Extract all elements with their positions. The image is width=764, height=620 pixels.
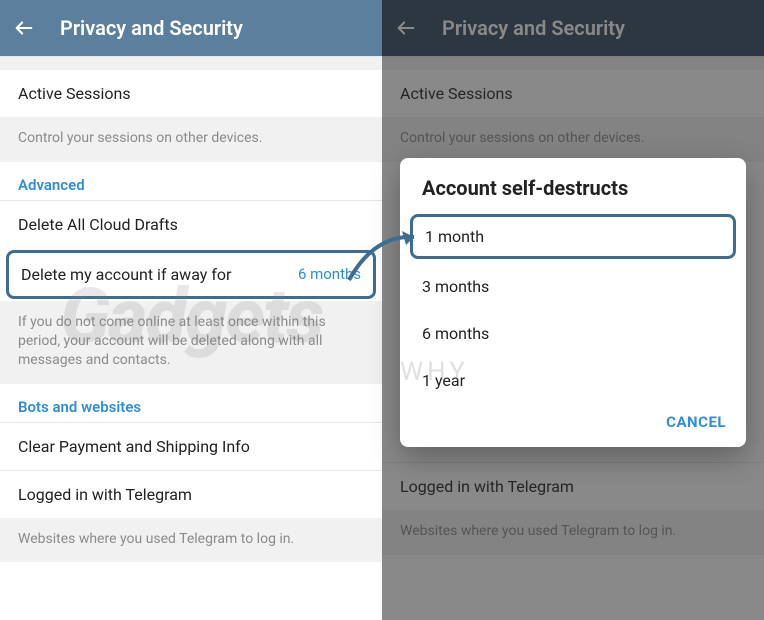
clear-payment-row[interactable]: Clear Payment and Shipping Info — [0, 422, 382, 470]
delete-away-hint: If you do not come online at least once … — [0, 301, 382, 384]
cancel-button[interactable]: CANCEL — [666, 413, 726, 431]
header-bar: Privacy and Security — [0, 0, 382, 56]
option-1-month[interactable]: 1 month — [410, 214, 736, 259]
option-1-year[interactable]: 1 year — [400, 357, 746, 404]
delete-account-away-row[interactable]: Delete my account if away for 6 months — [6, 250, 376, 299]
privacy-settings-panel-left: Privacy and Security Active Sessions Con… — [0, 0, 382, 620]
section-bots-label: Bots and websites — [0, 384, 382, 422]
page-title: Privacy and Security — [60, 16, 243, 40]
option-6-months[interactable]: 6 months — [400, 310, 746, 357]
logged-in-hint: Websites where you used Telegram to log … — [0, 518, 382, 563]
option-3-months[interactable]: 3 months — [400, 263, 746, 310]
delete-cloud-drafts-row[interactable]: Delete All Cloud Drafts — [0, 200, 382, 248]
back-arrow-icon[interactable] — [12, 16, 36, 40]
dialog-title: Account self-destructs — [400, 176, 746, 210]
active-sessions-row[interactable]: Active Sessions — [0, 70, 382, 117]
self-destruct-dialog: Account self-destructs 1 month 3 months … — [400, 158, 746, 447]
delete-account-away-label: Delete my account if away for — [21, 265, 231, 284]
delete-account-away-value: 6 months — [298, 265, 361, 283]
logged-in-telegram-row[interactable]: Logged in with Telegram — [0, 470, 382, 518]
divider — [0, 56, 382, 70]
sessions-hint: Control your sessions on other devices. — [0, 117, 382, 162]
privacy-settings-panel-right: Privacy and Security Active Sessions Con… — [382, 0, 764, 620]
section-advanced-label: Advanced — [0, 162, 382, 200]
